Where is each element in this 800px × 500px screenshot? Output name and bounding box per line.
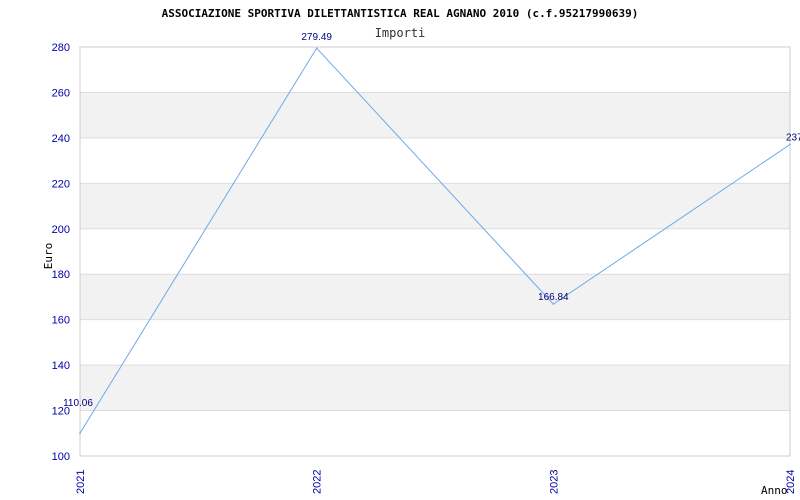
y-tick-label: 220: [52, 178, 70, 190]
grid-band: [80, 274, 790, 320]
y-axis-label: Euro: [42, 243, 55, 270]
y-tick-label: 140: [52, 360, 70, 372]
x-tick-label: 2023: [548, 470, 560, 494]
y-tick-label: 200: [52, 224, 70, 236]
y-tick-label: 240: [52, 133, 70, 145]
data-point: [315, 47, 318, 49]
x-tick-label: 2021: [75, 470, 87, 494]
grid-band: [80, 183, 790, 229]
data-point: [552, 303, 555, 305]
chart-subtitle: Importi: [375, 26, 426, 40]
data-label: 279.49: [301, 32, 332, 43]
data-point: [789, 143, 791, 146]
chart: ASSOCIAZIONE SPORTIVA DILETTANTISTICA RE…: [42, 7, 800, 497]
data-label: 110.06: [63, 398, 93, 409]
y-tick-label: 160: [52, 315, 70, 327]
y-tick-label: 100: [52, 451, 70, 463]
x-axis-label: Anno: [761, 484, 788, 497]
y-tick-label: 280: [52, 42, 70, 54]
y-tick-label: 180: [52, 269, 70, 281]
grid-band: [80, 92, 790, 138]
x-tick-label: 2022: [312, 470, 324, 494]
data-label: 237.1: [786, 132, 800, 143]
data-label: 166.84: [538, 292, 569, 303]
x-axis-ticks: 2021 2022 2023 2024: [75, 470, 797, 494]
data-point: [79, 432, 81, 434]
y-tick-label: 260: [52, 87, 70, 99]
grid-band: [80, 365, 790, 411]
grid-bands: [80, 92, 790, 411]
chart-title: ASSOCIAZIONE SPORTIVA DILETTANTISTICA RE…: [162, 7, 639, 20]
